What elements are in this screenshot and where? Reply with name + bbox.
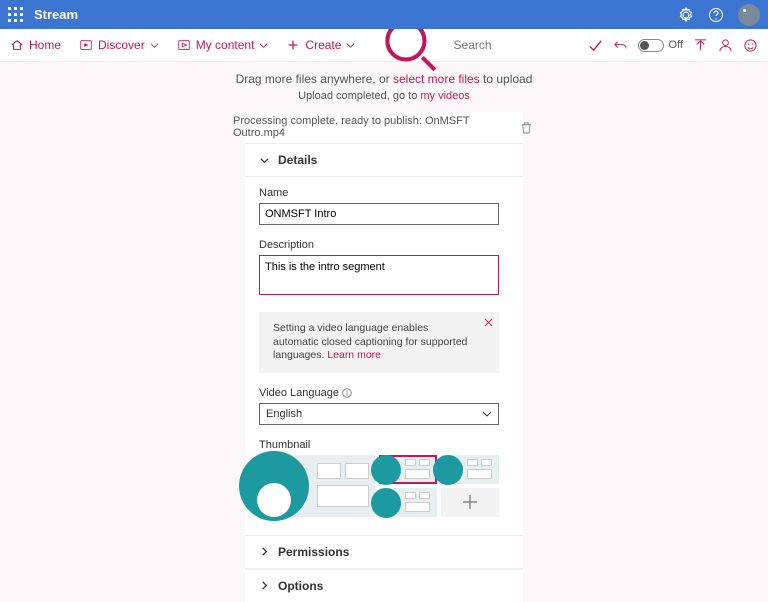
select-files-link[interactable]: select more files <box>393 72 480 86</box>
description-label: Description <box>259 239 509 251</box>
description-group: Description <box>259 239 509 298</box>
nav-discover[interactable]: Discover <box>79 38 159 52</box>
info-icon[interactable] <box>342 388 352 398</box>
brand-name[interactable]: Stream <box>34 7 78 22</box>
drop-prefix: Drag more files anywhere, or <box>236 72 393 86</box>
upload-icon[interactable] <box>693 38 708 53</box>
section-details-label: Details <box>278 153 317 167</box>
discover-icon <box>79 38 93 52</box>
upload-panel: Processing complete, ready to publish: O… <box>245 112 523 602</box>
name-label: Name <box>259 187 509 199</box>
thumbnail-add[interactable] <box>441 488 499 517</box>
section-options-header[interactable]: Options <box>245 569 523 602</box>
drop-hint: Drag more files anywhere, or select more… <box>0 72 768 86</box>
chevron-down-icon <box>259 155 270 166</box>
processing-text: Processing complete, ready to publish: O… <box>233 115 520 139</box>
header-right <box>678 4 760 26</box>
thumbnail-group: Thumbnail ON <box>259 439 509 517</box>
home-icon <box>10 38 24 52</box>
toggle-off-label: Off <box>669 39 683 51</box>
language-label-text: Video Language <box>259 387 339 399</box>
nav-mycontent[interactable]: My content <box>177 38 269 52</box>
header-banner: Stream <box>0 0 768 29</box>
language-value: English <box>266 408 302 420</box>
section-permissions-label: Permissions <box>278 545 349 559</box>
thumbnail-option-2[interactable] <box>441 455 499 484</box>
thumbnail-label: Thumbnail <box>259 439 509 451</box>
person-icon[interactable] <box>718 38 733 53</box>
smile-icon[interactable] <box>743 38 758 53</box>
language-select[interactable]: English <box>259 403 499 425</box>
chevron-right-icon <box>259 546 270 557</box>
name-group: Name <box>259 187 509 225</box>
thumbnail-option-1[interactable] <box>379 455 437 484</box>
mycontent-icon <box>177 38 191 52</box>
nav-create-label: Create <box>305 38 341 52</box>
upload-status: Upload completed, go to my videos <box>0 90 768 102</box>
learn-more-link[interactable]: Learn more <box>327 349 381 361</box>
avatar[interactable] <box>738 4 760 26</box>
thumbnail-picker: ON <box>259 455 499 517</box>
language-notice: Setting a video language enables automat… <box>259 312 499 373</box>
section-permissions-header[interactable]: Permissions <box>245 535 523 569</box>
my-videos-link[interactable]: my videos <box>420 90 470 102</box>
chevron-down-icon <box>150 41 159 50</box>
plus-icon <box>461 493 479 511</box>
chevron-down-icon <box>346 41 355 50</box>
gear-icon[interactable] <box>678 7 694 23</box>
thumbnail-option-3[interactable] <box>379 488 437 517</box>
check-icon[interactable] <box>588 38 603 53</box>
name-input[interactable] <box>259 203 499 225</box>
command-bar-right: Off <box>588 38 758 53</box>
nav-home[interactable]: Home <box>10 38 61 52</box>
section-details-header[interactable]: Details <box>245 143 523 177</box>
close-icon[interactable] <box>484 318 493 327</box>
nav-mycontent-label: My content <box>196 38 255 52</box>
undo-icon[interactable] <box>613 38 628 53</box>
language-group: Video Language English <box>259 387 509 425</box>
thumbnail-options <box>379 455 499 517</box>
language-label: Video Language <box>259 387 509 399</box>
drop-suffix: to upload <box>480 72 533 86</box>
nav-discover-label: Discover <box>98 38 145 52</box>
section-options-label: Options <box>278 579 323 593</box>
description-input[interactable] <box>259 255 499 295</box>
search-input[interactable] <box>450 34 570 56</box>
help-icon[interactable] <box>708 7 724 23</box>
nav-home-label: Home <box>29 38 61 52</box>
autoplay-toggle[interactable] <box>638 39 664 52</box>
delete-icon[interactable] <box>520 121 533 134</box>
chevron-down-icon <box>259 41 268 50</box>
command-bar: Home Discover My content Create Off <box>0 29 768 62</box>
chevron-down-icon <box>482 409 492 419</box>
waffle-icon[interactable] <box>8 7 24 23</box>
status-prefix: Upload completed, go to <box>298 90 420 102</box>
thumbnail-main[interactable]: ON <box>259 455 375 517</box>
chevron-right-icon <box>259 580 270 591</box>
plus-icon <box>286 38 300 52</box>
processing-line: Processing complete, ready to publish: O… <box>231 112 537 143</box>
details-form: Name Description Setting a video languag… <box>245 177 523 535</box>
nav-create[interactable]: Create <box>286 38 355 52</box>
